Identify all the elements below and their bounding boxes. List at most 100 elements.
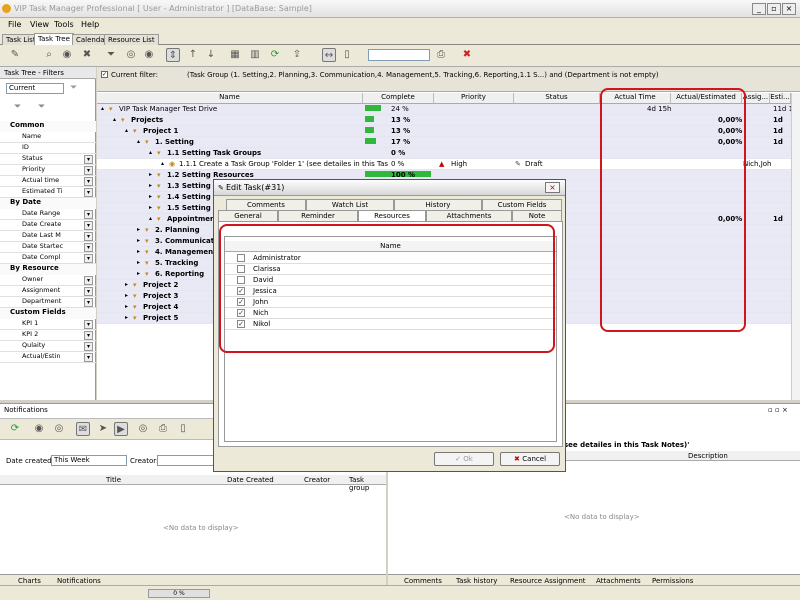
ok-button[interactable]: ✓ Ok	[434, 452, 494, 466]
dropdown-icon[interactable]: ▾	[84, 155, 93, 164]
filter-item[interactable]: Date Compl ▾	[0, 253, 96, 264]
dialog-tab[interactable]: Resources	[358, 210, 426, 221]
cancel-button[interactable]: ✖ Cancel	[500, 452, 560, 466]
column-header[interactable]: Assig...	[742, 93, 770, 104]
col-description[interactable]: Description	[688, 452, 728, 460]
menu-help[interactable]: Help	[81, 20, 99, 29]
filter-item[interactable]: Qulaity ▾	[0, 341, 96, 352]
dialog-close-button[interactable]: ×	[545, 182, 560, 193]
refresh-icon[interactable]: ⟳	[8, 422, 22, 436]
expand-toggle-icon[interactable]: ▴	[149, 215, 152, 222]
page-icon[interactable]: ▯	[340, 48, 354, 62]
dropdown-icon[interactable]: ▾	[84, 221, 93, 230]
dialog-tab[interactable]: Attachments	[426, 210, 512, 221]
filter-group-header[interactable]: Common	[0, 121, 96, 132]
dropdown-icon[interactable]: ▾	[84, 276, 93, 285]
col-date-created[interactable]: Date Created	[227, 476, 274, 484]
dialog-tab[interactable]: General	[218, 210, 278, 221]
filter-item[interactable]: Department ▾	[0, 297, 96, 308]
expand-collapse-icon[interactable]: ⇕	[166, 48, 180, 62]
filter-item[interactable]: Actual time ▾	[0, 176, 96, 187]
filter-item[interactable]: Estimated Ti ▾	[0, 187, 96, 198]
expand-toggle-icon[interactable]: ▴	[101, 105, 104, 112]
dropdown-icon[interactable]: ▾	[84, 188, 93, 197]
dropdown-icon[interactable]: ▾	[84, 353, 93, 362]
print-icon[interactable]: ⎙	[156, 422, 170, 436]
filter-icon[interactable]: ⏷	[104, 48, 118, 62]
filter-group-header[interactable]: By Resource	[0, 264, 96, 275]
new-task-icon[interactable]: ✎	[8, 48, 22, 62]
delete-icon[interactable]: ✖	[80, 48, 94, 62]
fit-width-icon[interactable]: ↔	[322, 48, 336, 62]
preview-icon[interactable]: ◎	[124, 48, 138, 62]
tab-task-tree[interactable]: Task Tree	[34, 33, 74, 45]
mark-read-icon[interactable]: ✉	[76, 422, 90, 436]
dropdown-icon[interactable]: ▾	[84, 210, 93, 219]
filter-item[interactable]: Assignment ▾	[0, 286, 96, 297]
tab-resource-assignment[interactable]: Resource Assignment	[510, 577, 586, 585]
column-header[interactable]: Complete	[363, 93, 434, 104]
filter-item[interactable]: ID	[0, 143, 96, 154]
close-button[interactable]: ×	[782, 3, 796, 15]
filter-item[interactable]: Name	[0, 132, 96, 143]
tab-comments[interactable]: Comments	[404, 577, 442, 585]
menu-tools[interactable]: Tools	[54, 20, 74, 29]
filter-group-header[interactable]: Custom Fields	[0, 308, 96, 319]
vertical-scrollbar[interactable]	[791, 93, 800, 400]
play-icon[interactable]: ▶	[114, 422, 128, 436]
expand-toggle-icon[interactable]: ▸	[149, 171, 152, 178]
menu-file[interactable]: File	[8, 20, 21, 29]
move-up-icon[interactable]: ↑	[186, 48, 200, 62]
tab-notifications[interactable]: Notifications	[57, 577, 101, 585]
dropdown-icon[interactable]: ▾	[84, 232, 93, 241]
print-icon[interactable]: ⎙	[434, 48, 448, 62]
dropdown-icon[interactable]: ▾	[84, 331, 93, 340]
move-down-icon[interactable]: ↓	[204, 48, 218, 62]
dialog-tab[interactable]: History	[394, 199, 482, 210]
minimize-button[interactable]: _	[752, 3, 766, 15]
col-creator[interactable]: Creator	[304, 476, 330, 484]
filter-item[interactable]: Date Range ▾	[0, 209, 96, 220]
expand-toggle-icon[interactable]: ▸	[137, 237, 140, 244]
dialog-tab[interactable]: Custom Fields	[482, 199, 562, 210]
dialog-tab[interactable]: Comments	[226, 199, 306, 210]
menu-view[interactable]: View	[30, 20, 49, 29]
expand-toggle-icon[interactable]: ▴	[149, 149, 152, 156]
funnel-icon[interactable]: ⏷	[70, 83, 77, 93]
tab-permissions[interactable]: Permissions	[652, 577, 693, 585]
dropdown-icon[interactable]: ▾	[84, 254, 93, 263]
dropdown-icon[interactable]: ▾	[84, 298, 93, 307]
forward-icon[interactable]: ➤	[96, 422, 110, 436]
watch-icon[interactable]: ◉	[32, 422, 46, 436]
dropdown-icon[interactable]: ▾	[84, 287, 93, 296]
columns-icon[interactable]: ▥	[248, 48, 262, 62]
creator-select[interactable]	[157, 455, 215, 466]
page-icon[interactable]: ▯	[176, 422, 190, 436]
unwatch-icon[interactable]: ◎	[52, 422, 66, 436]
expand-toggle-icon[interactable]: ▸	[137, 259, 140, 266]
dropdown-icon[interactable]: ▾	[84, 177, 93, 186]
watch-icon[interactable]: ◉	[60, 48, 74, 62]
clear-icon[interactable]: ✖	[460, 48, 474, 62]
filter-item[interactable]: Date Last M ▾	[0, 231, 96, 242]
expand-toggle-icon[interactable]: ▴	[125, 127, 128, 134]
dialog-tab[interactable]: Watch List	[306, 199, 394, 210]
filter-item[interactable]: Owner ▾	[0, 275, 96, 286]
col-task-group[interactable]: Task group	[349, 476, 386, 492]
filter-item[interactable]: KPI 2 ▾	[0, 330, 96, 341]
column-header[interactable]: Esti...	[770, 93, 791, 104]
group-icon[interactable]: ▦	[228, 48, 242, 62]
expand-toggle-icon[interactable]: ▸	[125, 303, 128, 310]
filter-item[interactable]: Date Startec ▾	[0, 242, 96, 253]
dropdown-icon[interactable]: ▾	[84, 166, 93, 175]
expand-toggle-icon[interactable]: ▴	[137, 138, 140, 145]
column-header[interactable]: Status	[514, 93, 600, 104]
filter-group-header[interactable]: By Date	[0, 198, 96, 209]
filter-item[interactable]: Status ▾	[0, 154, 96, 165]
expand-toggle-icon[interactable]: ▸	[149, 193, 152, 200]
find-icon[interactable]: ⌕	[42, 48, 56, 62]
expand-toggle-icon[interactable]: ▸	[137, 226, 140, 233]
date-created-select[interactable]: This Week	[51, 455, 127, 466]
dropdown-icon[interactable]: ▾	[84, 320, 93, 329]
tab-resource-list[interactable]: Resource List	[104, 34, 159, 45]
